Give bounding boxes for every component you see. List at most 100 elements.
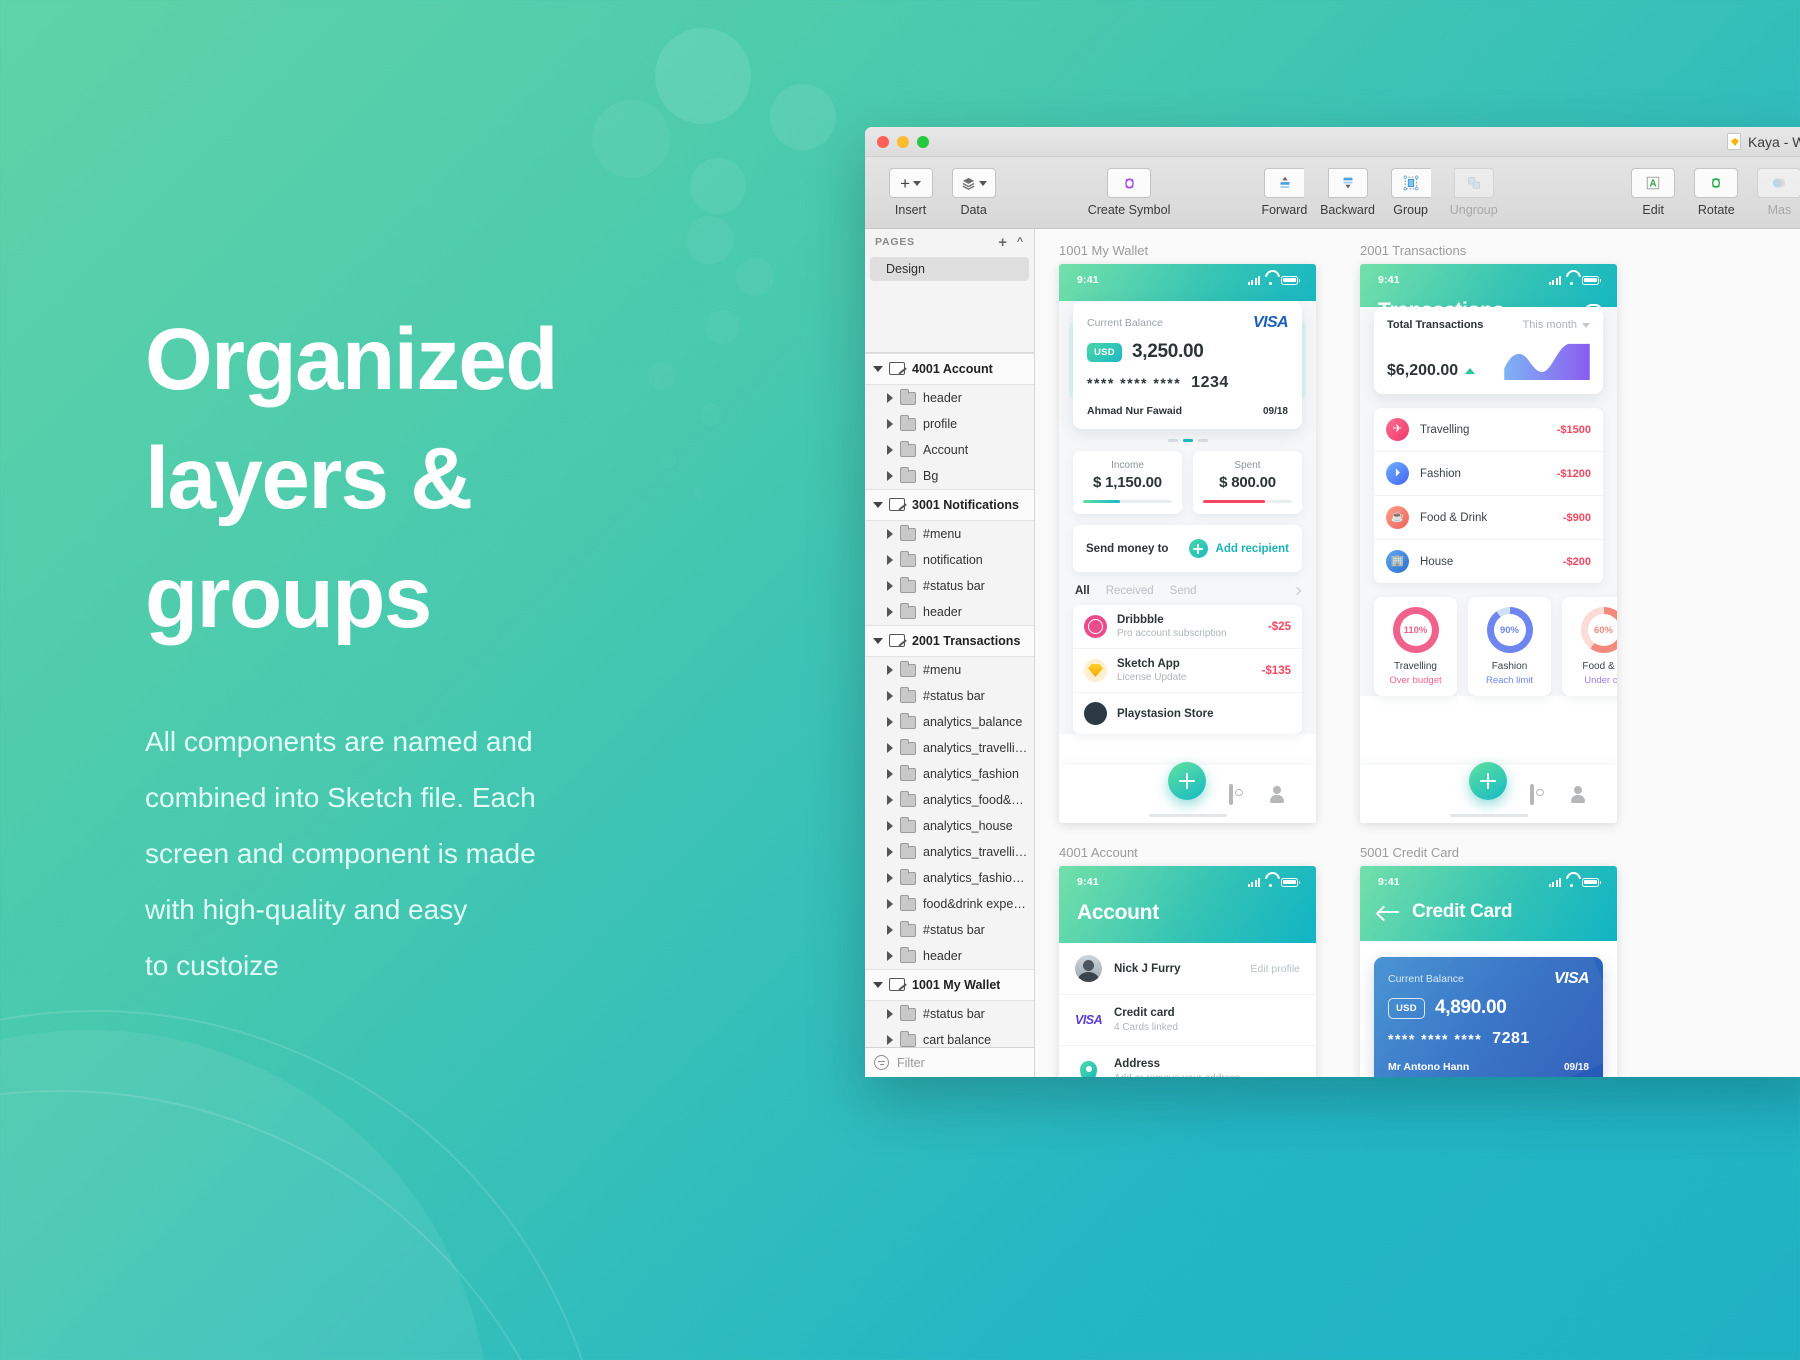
back-icon[interactable] — [1378, 906, 1399, 919]
stat-card-income[interactable]: Income $ 1,150.00 — [1073, 451, 1182, 514]
group-button[interactable] — [1390, 168, 1431, 198]
add-fab-button[interactable] — [1469, 762, 1508, 800]
disclosure-triangle-icon[interactable] — [887, 743, 893, 753]
layer-row[interactable]: analytics_food&… — [865, 787, 1034, 813]
layer-row[interactable]: #status bar — [865, 683, 1034, 709]
layer-row[interactable]: header — [865, 599, 1034, 625]
edit-button[interactable]: A — [1631, 168, 1676, 198]
nav-safe-icon[interactable] — [1228, 783, 1248, 805]
layer-row[interactable]: analytics_house — [865, 813, 1034, 839]
table-row[interactable]: ⏵ Fashion -$1200 — [1374, 452, 1603, 496]
disclosure-triangle-icon[interactable] — [873, 982, 883, 988]
toolbar-backward[interactable]: Backward — [1316, 168, 1379, 217]
toolbar-insert[interactable]: + Insert — [879, 168, 942, 217]
layer-row[interactable]: analytics_balance — [865, 709, 1034, 735]
disclosure-triangle-icon[interactable] — [887, 873, 893, 883]
balance-card[interactable]: Current Balance VISA USD 3,250.00 **** *… — [1073, 301, 1302, 429]
table-row[interactable]: 🏢 House -$200 — [1374, 540, 1603, 583]
disclosure-triangle-icon[interactable] — [887, 665, 893, 675]
list-item[interactable]: Dribbble Pro account subscription -$25 — [1073, 605, 1302, 649]
disclosure-triangle-icon[interactable] — [887, 847, 893, 857]
carousel-dots[interactable] — [1073, 439, 1302, 442]
disclosure-triangle-icon[interactable] — [873, 638, 883, 644]
layer-row[interactable]: analytics_travelli… — [865, 735, 1034, 761]
insert-button[interactable]: + — [888, 168, 933, 198]
list-item[interactable]: Address Add or remove your address — [1059, 1046, 1316, 1077]
disclosure-triangle-icon[interactable] — [873, 502, 883, 508]
chevron-up-icon[interactable]: ^ — [1017, 236, 1024, 248]
page-item-design[interactable]: Design — [870, 257, 1029, 281]
disclosure-triangle-icon[interactable] — [887, 717, 893, 727]
add-recipient-button[interactable]: Add recipient — [1188, 539, 1289, 558]
forward-button[interactable] — [1264, 168, 1305, 198]
nav-wallet-icon[interactable] — [1086, 786, 1105, 803]
stat-card-spent[interactable]: Spent $ 800.00 — [1193, 451, 1302, 514]
layer-row[interactable]: #menu — [865, 657, 1034, 683]
disclosure-triangle-icon[interactable] — [887, 1009, 893, 1019]
artboard-credit-card[interactable]: 5001 Credit Card 9:41 Credit Card Curren… — [1360, 845, 1617, 1077]
bottom-navigation[interactable] — [1360, 762, 1617, 823]
disclosure-triangle-icon[interactable] — [887, 445, 893, 455]
layer-row[interactable]: analytics_fashion — [865, 761, 1034, 787]
layer-row[interactable]: #status bar — [865, 1001, 1034, 1027]
disclosure-triangle-icon[interactable] — [887, 769, 893, 779]
disclosure-triangle-icon[interactable] — [873, 366, 883, 372]
disclosure-triangle-icon[interactable] — [887, 925, 893, 935]
layer-row[interactable]: Bg — [865, 463, 1034, 489]
tab-received[interactable]: Received — [1106, 585, 1154, 597]
artboard-my-wallet[interactable]: 1001 My Wallet 9:41 Current Balance VISA… — [1059, 243, 1316, 823]
data-button[interactable] — [951, 168, 996, 198]
rotate-button[interactable] — [1694, 168, 1739, 198]
chevron-right-icon[interactable] — [1292, 586, 1302, 596]
layer-row[interactable]: #status bar — [865, 573, 1034, 599]
layer-group-row[interactable]: 4001 Account — [865, 353, 1034, 385]
toolbar-edit[interactable]: A Edit — [1622, 168, 1685, 217]
backward-button[interactable] — [1327, 168, 1368, 198]
layer-group-row[interactable]: 2001 Transactions — [865, 625, 1034, 657]
disclosure-triangle-icon[interactable] — [887, 1035, 893, 1045]
disclosure-triangle-icon[interactable] — [887, 691, 893, 701]
tab-send[interactable]: Send — [1170, 585, 1197, 597]
nav-wallet-icon[interactable] — [1387, 786, 1406, 803]
toolbar-create-symbol[interactable]: Create Symbol — [1088, 168, 1170, 217]
nav-safe-icon[interactable] — [1529, 783, 1549, 805]
layer-row[interactable]: header — [865, 943, 1034, 969]
layer-row[interactable]: cart balance — [865, 1027, 1034, 1047]
edit-profile-link[interactable]: Edit profile — [1250, 963, 1300, 975]
disclosure-triangle-icon[interactable] — [887, 795, 893, 805]
toolbar-forward[interactable]: Forward — [1253, 168, 1316, 217]
disclosure-triangle-icon[interactable] — [887, 471, 893, 481]
disclosure-triangle-icon[interactable] — [887, 899, 893, 909]
layer-row[interactable]: #status bar — [865, 917, 1034, 943]
bottom-navigation[interactable] — [1059, 762, 1316, 823]
artboard-transactions[interactable]: 2001 Transactions 9:41 Total Transaction… — [1360, 243, 1617, 823]
disclosure-triangle-icon[interactable] — [887, 419, 893, 429]
nav-profile-icon[interactable] — [1270, 786, 1289, 803]
nav-pie-chart-icon[interactable] — [1127, 786, 1146, 803]
period-selector[interactable]: This month — [1523, 319, 1590, 331]
tab-all[interactable]: All — [1075, 585, 1090, 597]
create-symbol-button[interactable] — [1107, 168, 1152, 198]
layer-group-row[interactable]: 1001 My Wallet — [865, 969, 1034, 1001]
credit-card-visual[interactable]: Current Balance VISA USD 4,890.00 **** *… — [1374, 957, 1603, 1077]
table-row[interactable]: ✈ Travelling -$1500 — [1374, 408, 1603, 452]
layer-row[interactable]: header — [865, 385, 1034, 411]
budget-card[interactable]: 90% Fashion Reach limit — [1468, 597, 1551, 696]
add-fab-button[interactable] — [1168, 762, 1207, 800]
layer-row[interactable]: Account — [865, 437, 1034, 463]
toolbar-group[interactable]: Group — [1379, 168, 1442, 217]
layer-row[interactable]: food&drink expe… — [865, 891, 1034, 917]
canvas[interactable]: 1001 My Wallet 9:41 Current Balance VISA… — [1035, 229, 1800, 1077]
toolbar-rotate[interactable]: Rotate — [1685, 168, 1748, 217]
layer-group-row[interactable]: 3001 Notifications — [865, 489, 1034, 521]
toolbar-data[interactable]: Data — [942, 168, 1005, 217]
nav-profile-icon[interactable] — [1571, 786, 1590, 803]
disclosure-triangle-icon[interactable] — [887, 529, 893, 539]
list-item[interactable]: Nick J Furry Edit profile — [1059, 943, 1316, 995]
budget-card[interactable]: 110% Travelling Over budget — [1374, 597, 1457, 696]
layer-filter[interactable]: Filter — [865, 1047, 1034, 1077]
transaction-filter-tabs[interactable]: All Received Send — [1073, 572, 1302, 605]
add-page-icon[interactable]: + — [998, 235, 1008, 250]
disclosure-triangle-icon[interactable] — [887, 555, 893, 565]
layer-row[interactable]: #menu — [865, 521, 1034, 547]
